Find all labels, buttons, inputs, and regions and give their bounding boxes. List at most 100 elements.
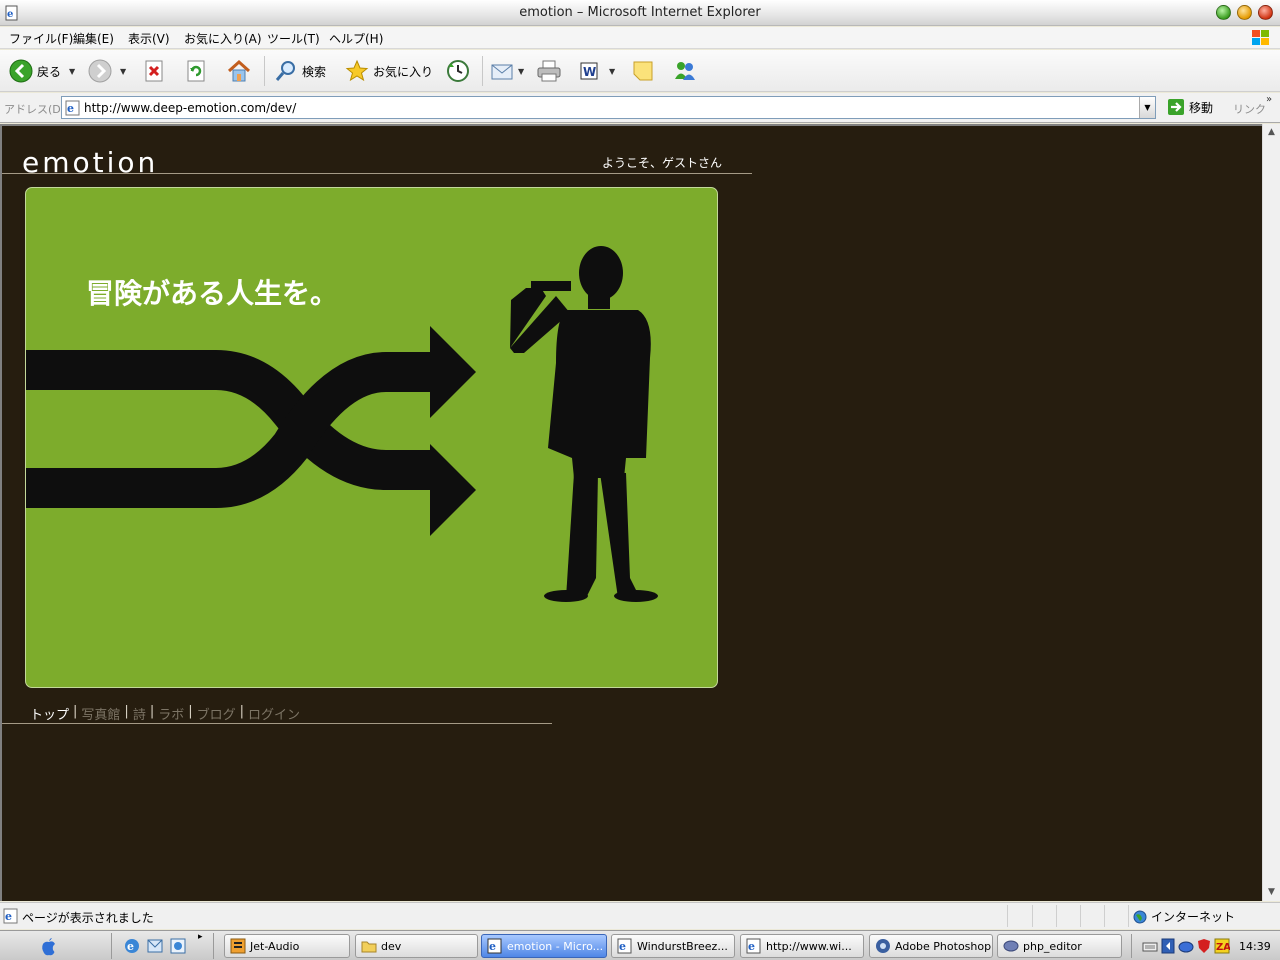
task-emotion[interactable]: e emotion - Micro... [481, 934, 607, 958]
upper-arrowhead-icon [430, 326, 476, 418]
page-done-icon: e [3, 908, 18, 924]
apple-start-icon[interactable] [40, 937, 58, 957]
site-logo[interactable]: emotion [22, 146, 158, 179]
site-nav: トップ | 写真館 | 詩 | ラボ | ブログ | ログイン [30, 704, 300, 723]
address-label: アドレス(D) [4, 103, 66, 116]
menu-view[interactable]: 表示(V) [128, 30, 170, 47]
go-button[interactable]: 移動 [1167, 98, 1213, 116]
back-dropdown-icon[interactable]: ▼ [69, 67, 75, 76]
history-icon [447, 60, 469, 82]
page-viewport: emotion ようこそ、ゲストさん 冒険がある人生を。 トップ | 写真館 |… [0, 124, 1262, 901]
close-button[interactable] [1258, 5, 1273, 20]
status-bar: e ページが表示されました インターネット [0, 902, 1280, 929]
hero-banner: 冒険がある人生を。 [25, 187, 718, 688]
print-button[interactable] [536, 57, 562, 85]
globe-icon [1133, 910, 1147, 923]
back-button[interactable]: 戻る ▼ [9, 57, 75, 85]
ie-icon: e [487, 938, 502, 954]
nav-separator: | [188, 704, 193, 719]
taskbar-divider [213, 933, 214, 959]
jetaudio-icon [230, 938, 246, 954]
menu-bar: ファイル(F) 編集(E) 表示(V) お気に入り(A) ツール(T) ヘルプ(… [0, 27, 1280, 49]
task-label: http://www.wi... [766, 939, 852, 953]
edit-dropdown-icon[interactable]: ▼ [609, 67, 615, 76]
windows-logo-icon [1252, 30, 1269, 45]
maximize-button[interactable] [1237, 5, 1252, 20]
minimize-button[interactable] [1216, 5, 1231, 20]
links-chevron-icon[interactable]: » [1266, 94, 1272, 105]
clock[interactable]: 14:39 [1239, 940, 1271, 953]
status-cell [1080, 905, 1081, 927]
scroll-up-icon[interactable]: ▲ [1263, 124, 1280, 141]
svg-text:e: e [127, 940, 134, 953]
menu-edit[interactable]: 編集(E) [73, 30, 114, 47]
svg-text:e: e [619, 940, 626, 953]
svg-text:W: W [583, 65, 596, 79]
nav-top[interactable]: トップ [30, 704, 69, 723]
desktop-quicklaunch-icon[interactable] [169, 937, 187, 955]
window-title: emotion – Microsoft Internet Explorer [519, 5, 761, 20]
forward-icon [88, 59, 112, 83]
favorites-label: お気に入り [373, 64, 434, 79]
menu-file[interactable]: ファイル(F) [9, 30, 73, 47]
menu-favorites[interactable]: お気に入り(A) [184, 30, 262, 47]
task-windurst[interactable]: e WindurstBreez... [611, 934, 735, 958]
volume-icon[interactable] [1161, 938, 1175, 954]
menu-tools[interactable]: ツール(T) [267, 30, 320, 47]
forward-dropdown-icon[interactable]: ▼ [120, 67, 126, 76]
task-jetaudio[interactable]: Jet-Audio [224, 934, 350, 958]
mail-button[interactable]: ▼ [490, 57, 524, 85]
vertical-scrollbar[interactable]: ▲ ▼ [1262, 124, 1280, 901]
zonealarm-icon[interactable]: ZA [1214, 938, 1230, 954]
nav-lab[interactable]: ラボ [158, 704, 184, 723]
menu-help[interactable]: ヘルプ(H) [329, 30, 383, 47]
nav-poems[interactable]: 詩 [133, 704, 146, 723]
edit-button[interactable]: W ▼ [579, 57, 615, 85]
nav-gallery[interactable]: 写真館 [81, 704, 120, 723]
photoshop-icon [876, 939, 890, 953]
zone-label: インターネット [1151, 910, 1236, 924]
security-shield-icon[interactable] [1197, 938, 1211, 954]
address-dropdown-icon[interactable]: ▼ [1139, 97, 1155, 118]
address-input[interactable]: e http://www.deep-emotion.com/dev/ ▼ [61, 96, 1156, 119]
quicklaunch-chevron-icon[interactable]: ▸ [198, 932, 203, 942]
svg-text:ZA: ZA [1216, 942, 1230, 953]
taskbar-divider [111, 933, 112, 959]
messenger-button[interactable] [672, 57, 698, 85]
stop-button[interactable] [144, 57, 164, 85]
go-arrow-icon [1168, 99, 1184, 115]
outlook-quicklaunch-icon[interactable] [146, 937, 164, 955]
discuss-button[interactable] [631, 57, 655, 85]
status-cell [1032, 905, 1033, 927]
scroll-down-icon[interactable]: ▼ [1263, 884, 1280, 901]
task-http[interactable]: e http://www.wi... [740, 934, 864, 958]
keyboard-icon[interactable] [1142, 938, 1158, 954]
toolbar-separator [264, 56, 265, 86]
task-dev[interactable]: dev [355, 934, 478, 958]
status-cell [1104, 905, 1105, 927]
mail-dropdown-icon[interactable]: ▼ [518, 67, 524, 76]
messenger-icon [675, 62, 695, 80]
svg-text:e: e [5, 910, 12, 923]
nav-login[interactable]: ログイン [248, 704, 300, 723]
home-icon [227, 59, 251, 82]
links-label[interactable]: リンク [1233, 101, 1266, 117]
task-label: dev [381, 939, 402, 953]
figure-silhouette [510, 246, 658, 602]
forward-button[interactable]: ▼ [88, 57, 126, 85]
refresh-button[interactable] [186, 57, 206, 85]
task-php-editor[interactable]: php_editor [997, 934, 1122, 958]
search-button[interactable]: 検索 [274, 57, 326, 85]
taskbar: e ▸ Jet-Audio dev e emotion - Micro... e… [0, 930, 1280, 960]
discuss-icon [633, 61, 653, 81]
favorites-button[interactable]: お気に入り [345, 57, 433, 85]
network-icon[interactable] [1178, 938, 1194, 954]
status-cell [1056, 905, 1057, 927]
nav-separator: | [124, 704, 129, 719]
ie-quicklaunch-icon[interactable]: e [123, 937, 141, 955]
history-button[interactable] [446, 57, 470, 85]
task-photoshop[interactable]: Adobe Photoshop [869, 934, 993, 958]
nav-blog[interactable]: ブログ [197, 704, 236, 723]
home-button[interactable] [226, 57, 252, 85]
security-zone: インターネット [1133, 908, 1235, 925]
